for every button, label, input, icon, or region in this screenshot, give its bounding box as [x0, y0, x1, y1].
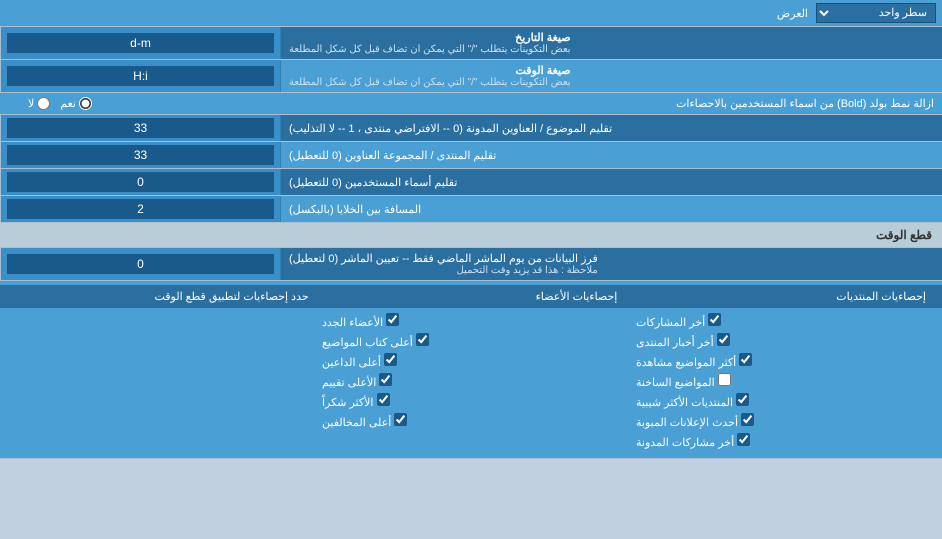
display-dropdown-cell[interactable]: سطر واحد سطرين ثلاثة أسطر: [816, 3, 936, 23]
col2-item5-label[interactable]: أعلى المخالفين: [322, 413, 407, 429]
bold-remove-row: ازالة نمط بولد (Bold) من اسماء المستخدمي…: [0, 93, 942, 115]
display-row: سطر واحد سطرين ثلاثة أسطر العرض: [0, 0, 942, 27]
col2-item1-checkbox[interactable]: [416, 333, 429, 346]
checkboxes-body: أخر المشاركات أخر أخبار المنتدى أكثر الم…: [0, 308, 942, 454]
bold-remove-no-radio[interactable]: [37, 97, 50, 110]
timecut-section-header: قطع الوقت: [0, 223, 942, 248]
time-format-input-cell[interactable]: [0, 60, 280, 92]
col2-item2-label[interactable]: أعلى الداعين: [322, 353, 397, 369]
checkbox-col2: الأعضاء الجدد أعلى كتاب المواضيع أعلى ال…: [314, 312, 628, 450]
col1-item6-checkbox[interactable]: [737, 433, 750, 446]
col1-item0-checkbox[interactable]: [708, 313, 721, 326]
col1-item2-label[interactable]: أكثر المواضيع مشاهدة: [636, 353, 752, 369]
bold-remove-yes-label[interactable]: نعم: [60, 97, 92, 110]
col2-item0-label[interactable]: الأعضاء الجدد: [322, 313, 399, 329]
col1-header: إحصاءيات المنتديات: [625, 288, 934, 305]
list-item[interactable]: الأكثر شكراً: [322, 392, 620, 410]
checkbox-col1: أخر المشاركات أخر أخبار المنتدى أكثر الم…: [628, 312, 942, 450]
date-format-input-cell[interactable]: [0, 27, 280, 59]
list-item[interactable]: أحدث الإعلانات المبوبة: [636, 412, 934, 430]
topics-order-input[interactable]: [7, 118, 274, 138]
list-item[interactable]: أخر أخبار المنتدى: [636, 332, 934, 350]
list-item[interactable]: أكثر المواضيع مشاهدة: [636, 352, 934, 370]
col2-item5-checkbox[interactable]: [394, 413, 407, 426]
list-item[interactable]: الأعضاء الجدد: [322, 312, 620, 330]
usernames-order-row: تقليم أسماء المستخدمين (0 للتعطيل): [0, 169, 942, 196]
forum-order-input[interactable]: [7, 145, 274, 165]
col1-item5-label[interactable]: أحدث الإعلانات المبوبة: [636, 413, 754, 429]
list-item[interactable]: أخر المشاركات: [636, 312, 934, 330]
right-stats-label-col: [0, 312, 314, 450]
time-format-row: صيغة الوقت بعض التكوينات يتطلب "/" التي …: [0, 60, 942, 93]
col1-item1-label[interactable]: أخر أخبار المنتدى: [636, 333, 730, 349]
bold-remove-no-label[interactable]: لا: [28, 97, 50, 110]
col2-header: إحصاءيات الأعضاء: [317, 288, 626, 305]
col1-item3-label[interactable]: المواضيع الساخنة: [636, 373, 731, 389]
fetch-label: فرز البيانات من يوم الماشر الماضي فقط --…: [280, 248, 942, 280]
cell-spacing-label: المسافة بين الخلايا (بالبكسل): [280, 196, 942, 222]
list-item[interactable]: أعلى كتاب المواضيع: [322, 332, 620, 350]
time-format-input[interactable]: [7, 66, 274, 86]
list-item[interactable]: أعلى الداعين: [322, 352, 620, 370]
list-item[interactable]: الأعلى تقييم: [322, 372, 620, 390]
date-format-label: صيغة التاريخ بعض التكوينات يتطلب "/" الت…: [280, 27, 942, 59]
col1-item3-checkbox[interactable]: [718, 373, 731, 386]
bold-remove-yes-radio[interactable]: [79, 97, 92, 110]
col2-item0-checkbox[interactable]: [386, 313, 399, 326]
cell-spacing-input-cell[interactable]: [0, 196, 280, 222]
fetch-input-cell[interactable]: [0, 248, 280, 280]
forum-order-label: تقليم المنتدى / المجموعة العناوين (0 للت…: [280, 142, 942, 168]
col2-item1-label[interactable]: أعلى كتاب المواضيع: [322, 333, 429, 349]
col2-item4-label[interactable]: الأكثر شكراً: [322, 393, 390, 409]
forum-order-row: تقليم المنتدى / المجموعة العناوين (0 للت…: [0, 142, 942, 169]
col1-item4-checkbox[interactable]: [736, 393, 749, 406]
fetch-row: فرز البيانات من يوم الماشر الماضي فقط --…: [0, 248, 942, 281]
checkboxes-section: إحصاءيات المنتديات إحصاءيات الأعضاء حدد …: [0, 281, 942, 459]
topics-order-label: تقليم الموضوع / العناوين المدونة (0 -- ا…: [280, 115, 942, 141]
time-format-label: صيغة الوقت بعض التكوينات يتطلب "/" التي …: [280, 60, 942, 92]
col1-item2-checkbox[interactable]: [739, 353, 752, 366]
bold-remove-options[interactable]: نعم لا: [8, 97, 92, 110]
list-item[interactable]: أخر مشاركات المدونة: [636, 432, 934, 450]
list-item[interactable]: المنتديات الأكثر شيبية: [636, 392, 934, 410]
usernames-order-input-cell[interactable]: [0, 169, 280, 195]
main-container: سطر واحد سطرين ثلاثة أسطر العرض صيغة الت…: [0, 0, 942, 459]
bold-remove-label: ازالة نمط بولد (Bold) من اسماء المستخدمي…: [92, 97, 934, 110]
cell-spacing-input[interactable]: [7, 199, 274, 219]
col2-item3-label[interactable]: الأعلى تقييم: [322, 373, 392, 389]
list-item[interactable]: أعلى المخالفين: [322, 412, 620, 430]
fetch-input[interactable]: [7, 254, 274, 274]
cell-spacing-row: المسافة بين الخلايا (بالبكسل): [0, 196, 942, 223]
topics-order-input-cell[interactable]: [0, 115, 280, 141]
usernames-order-label: تقليم أسماء المستخدمين (0 للتعطيل): [280, 169, 942, 195]
col1-item0-label[interactable]: أخر المشاركات: [636, 313, 721, 329]
col1-item1-checkbox[interactable]: [717, 333, 730, 346]
display-label: العرض: [6, 7, 816, 20]
checkboxes-header: إحصاءيات المنتديات إحصاءيات الأعضاء حدد …: [0, 285, 942, 308]
date-format-input[interactable]: [7, 33, 274, 53]
display-select[interactable]: سطر واحد سطرين ثلاثة أسطر: [816, 3, 936, 23]
col1-item6-label[interactable]: أخر مشاركات المدونة: [636, 433, 750, 449]
forum-order-input-cell[interactable]: [0, 142, 280, 168]
col1-item5-checkbox[interactable]: [741, 413, 754, 426]
list-item[interactable]: المواضيع الساخنة: [636, 372, 934, 390]
col1-item4-label[interactable]: المنتديات الأكثر شيبية: [636, 393, 749, 409]
usernames-order-input[interactable]: [7, 172, 274, 192]
stats-label: حدد إحصاءيات لتطبيق قطع الوقت: [8, 288, 317, 305]
topics-order-row: تقليم الموضوع / العناوين المدونة (0 -- ا…: [0, 115, 942, 142]
col2-item2-checkbox[interactable]: [384, 353, 397, 366]
col2-item3-checkbox[interactable]: [379, 373, 392, 386]
col2-item4-checkbox[interactable]: [377, 393, 390, 406]
date-format-row: صيغة التاريخ بعض التكوينات يتطلب "/" الت…: [0, 27, 942, 60]
